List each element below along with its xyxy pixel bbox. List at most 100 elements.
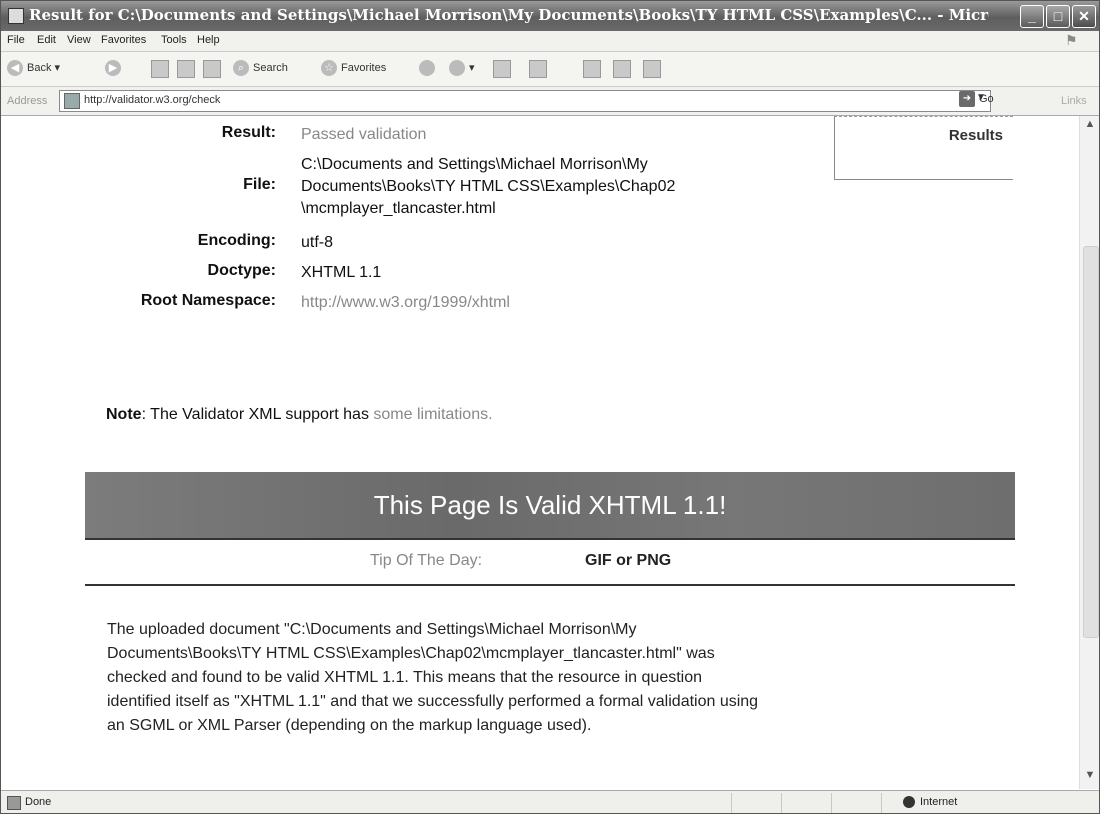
tip-link[interactable]: GIF or PNG	[585, 552, 671, 570]
page-done-icon	[7, 796, 21, 810]
mail-icon	[449, 60, 465, 76]
search-label: Search	[253, 61, 288, 74]
stop-button[interactable]	[151, 60, 169, 78]
scroll-up-icon[interactable]: ▲	[1080, 118, 1099, 136]
address-label: Address	[7, 95, 48, 107]
links-button[interactable]: Links	[1061, 95, 1087, 107]
refresh-button[interactable]	[177, 60, 195, 78]
back-arrow-icon: ◀	[7, 60, 23, 76]
result-key: Result:	[221, 124, 276, 141]
results-tab[interactable]: Results	[834, 116, 1013, 180]
home-button[interactable]	[203, 60, 221, 78]
home-icon	[203, 60, 221, 78]
note-label: Note	[106, 406, 142, 423]
menu-bar: File Edit View Favorites Tools Help ⚑	[1, 31, 1099, 52]
file-value: C:\Documents and Settings\Michael Morris…	[301, 154, 675, 220]
status-divider	[881, 793, 882, 813]
page-icon	[64, 93, 80, 109]
validation-description: The uploaded document "C:\Documents and …	[107, 618, 1007, 738]
edit-button[interactable]	[529, 60, 547, 78]
history-button[interactable]	[419, 60, 439, 76]
forward-arrow-icon: ▶	[105, 60, 121, 76]
window-title: Result for C:\Documents and Settings\Mic…	[29, 6, 989, 24]
scroll-thumb[interactable]	[1083, 246, 1099, 638]
tip-of-the-day: Tip Of The Day: GIF or PNG	[85, 544, 1015, 586]
maximize-button[interactable]: □	[1046, 5, 1070, 28]
description-line: The uploaded document "C:\Documents and …	[107, 621, 637, 638]
menu-edit[interactable]: Edit	[37, 34, 56, 46]
search-icon: ⌕	[233, 60, 249, 76]
address-url: http://validator.w3.org/check	[84, 94, 221, 106]
favorites-button[interactable]: ☆ Favorites	[321, 60, 386, 76]
file-line: C:\Documents and Settings\Michael Morris…	[301, 156, 648, 173]
windows-flag-icon: ⚑	[1065, 32, 1078, 48]
namespace-link[interactable]: http://www.w3.org/1999/xhtml	[301, 292, 510, 314]
zone-label: Internet	[920, 796, 958, 808]
file-line: \mcmplayer_tlancaster.html	[301, 200, 496, 217]
refresh-icon	[177, 60, 195, 78]
tip-label: Tip Of The Day:	[370, 552, 483, 569]
menu-view[interactable]: View	[67, 34, 91, 46]
browser-window: Result for C:\Documents and Settings\Mic…	[0, 0, 1100, 814]
scroll-down-icon[interactable]: ▼	[1080, 769, 1099, 787]
description-line: an SGML or XML Parser (depending on the …	[107, 717, 592, 734]
note-text: : The Validator XML support has	[141, 406, 374, 423]
description-line: Documents\Books\TY HTML CSS\Examples\Cha…	[107, 645, 715, 662]
description-line: checked and found to be valid XHTML 1.1.…	[107, 669, 703, 686]
back-button[interactable]: ◀ Back ▾	[7, 60, 60, 76]
menu-tools[interactable]: Tools	[161, 34, 187, 46]
valid-banner: This Page Is Valid XHTML 1.1!	[85, 472, 1015, 540]
page-viewport: Results Result: Passed validation File: …	[1, 116, 1079, 789]
security-zone: Internet	[903, 796, 958, 809]
status-divider	[731, 793, 732, 813]
status-divider	[781, 793, 782, 813]
messenger-button[interactable]	[643, 60, 661, 78]
toolbar: ◀ Back ▾ ▶ ⌕ Search ☆ Favorites ▾	[1, 52, 1099, 87]
print-button[interactable]	[493, 60, 511, 78]
history-icon	[419, 60, 435, 76]
discuss-button[interactable]	[583, 60, 601, 78]
doctype-key: Doctype:	[207, 262, 276, 279]
forward-button[interactable]: ▶	[105, 60, 125, 76]
go-button[interactable]: ➜ Go	[959, 91, 994, 107]
menu-favorites[interactable]: Favorites	[101, 34, 146, 46]
go-label: Go	[979, 92, 994, 105]
file-key: File:	[243, 176, 276, 193]
results-tab-label: Results	[948, 127, 1003, 144]
xml-note: Note: The Validator XML support has some…	[106, 406, 493, 424]
search-button[interactable]: ⌕ Search	[233, 60, 288, 76]
status-divider	[831, 793, 832, 813]
edit-icon	[529, 60, 547, 78]
globe-icon	[903, 796, 915, 809]
limitations-link[interactable]: some limitations.	[373, 406, 492, 423]
address-bar: Address http://validator.w3.org/check ▼ …	[1, 87, 1099, 116]
address-input[interactable]: http://validator.w3.org/check ▼	[59, 90, 991, 112]
star-icon: ☆	[321, 60, 337, 76]
discuss-icon	[583, 60, 601, 78]
go-arrow-icon: ➜	[959, 91, 975, 107]
encoding-key: Encoding:	[197, 232, 276, 249]
mail-button[interactable]: ▾	[449, 60, 475, 76]
encoding-value: utf-8	[301, 234, 334, 251]
research-icon	[613, 60, 631, 78]
description-line: identified itself as "XHTML 1.1" and tha…	[107, 693, 759, 710]
result-value: Passed validation	[301, 126, 427, 143]
doctype-value: XHTML 1.1	[301, 264, 382, 281]
close-button[interactable]: ✕	[1072, 5, 1096, 28]
messenger-icon	[643, 60, 661, 78]
menu-help[interactable]: Help	[197, 34, 220, 46]
research-button[interactable]	[613, 60, 631, 78]
stop-icon	[151, 60, 169, 78]
back-label: Back	[27, 61, 52, 74]
print-icon	[493, 60, 511, 78]
status-text: Done	[25, 796, 52, 808]
status-bar: Done Internet	[1, 790, 1099, 813]
minimize-button[interactable]: _	[1020, 5, 1044, 28]
menu-file[interactable]: File	[7, 34, 25, 46]
title-bar[interactable]: Result for C:\Documents and Settings\Mic…	[1, 1, 1099, 31]
vertical-scrollbar[interactable]: ▲ ▼	[1079, 116, 1099, 789]
favorites-label: Favorites	[341, 61, 387, 74]
file-line: Documents\Books\TY HTML CSS\Examples\Cha…	[301, 178, 676, 195]
ie-icon	[8, 8, 24, 24]
namespace-key: Root Namespace:	[140, 292, 276, 309]
